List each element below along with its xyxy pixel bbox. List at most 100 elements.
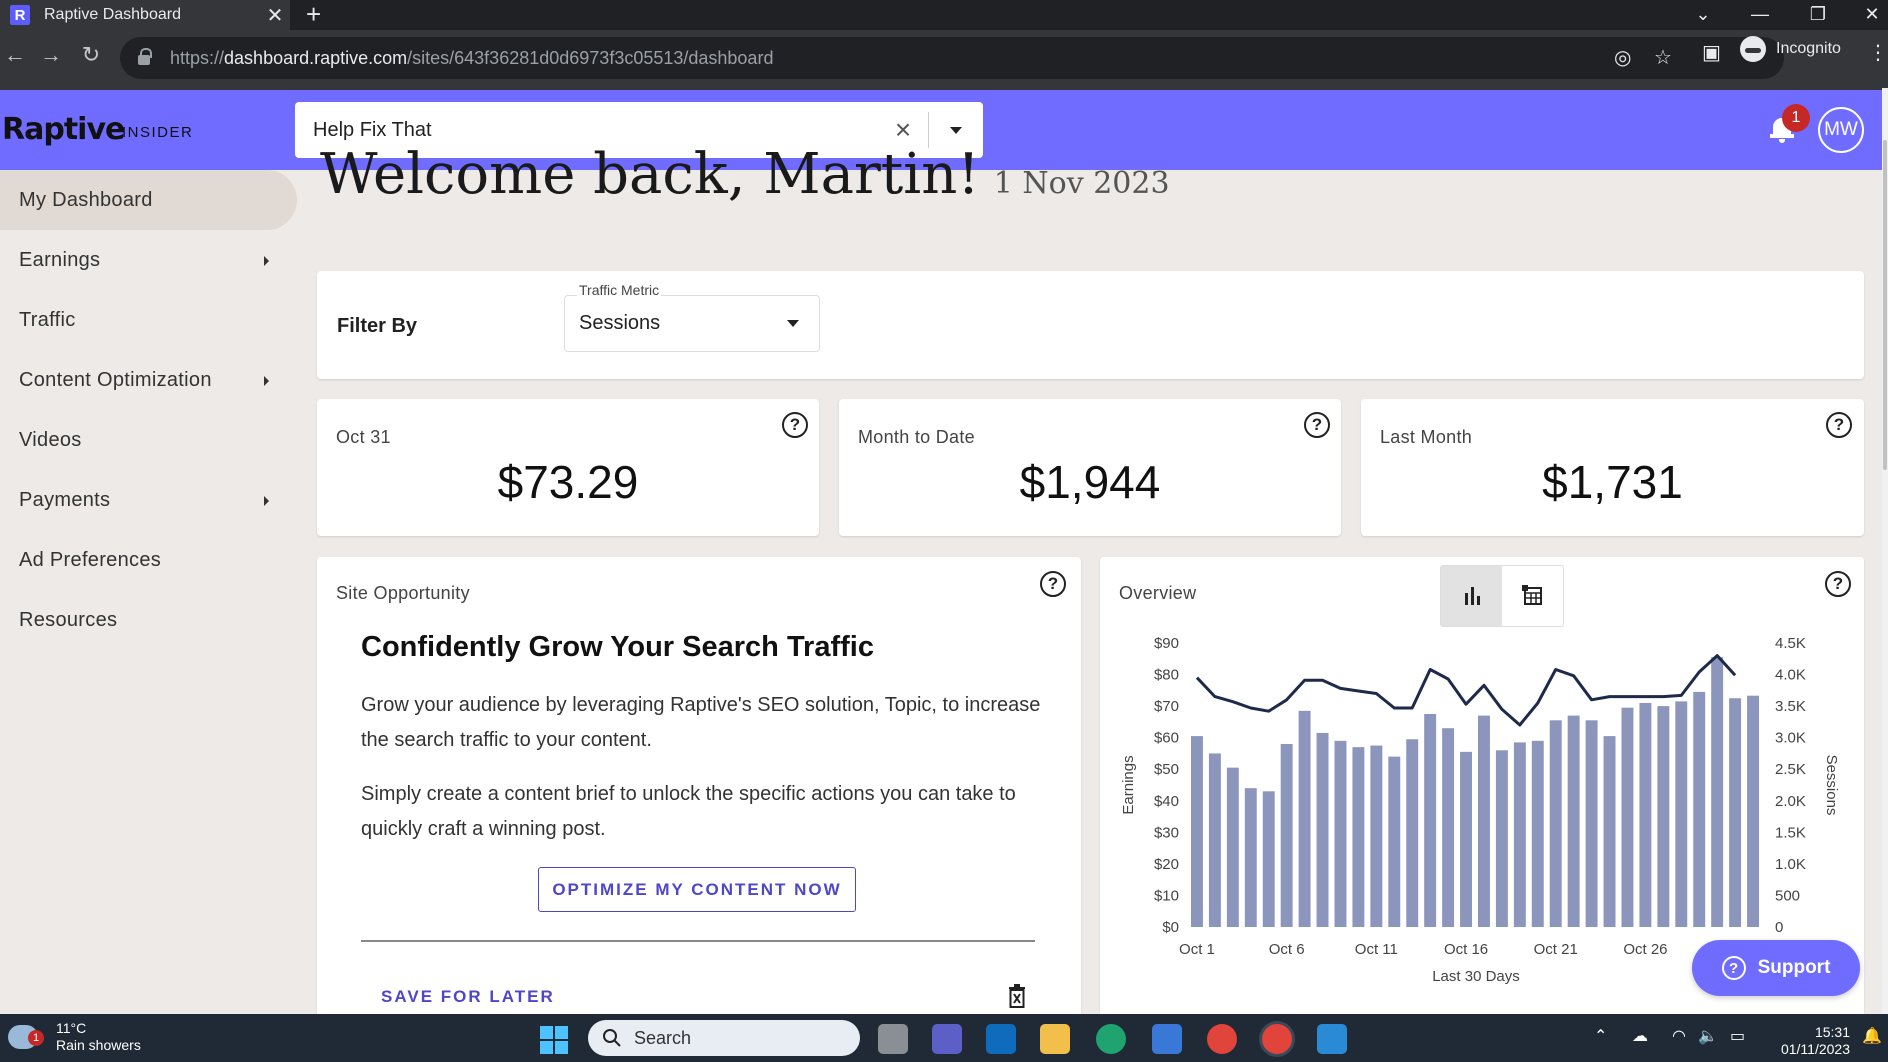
- back-arrow-icon[interactable]: ←: [0, 42, 30, 68]
- help-icon[interactable]: ?: [1826, 412, 1852, 438]
- earnings-bar: [1747, 695, 1759, 927]
- y-tick-label: $20: [1154, 856, 1179, 873]
- y-tick-label: $50: [1154, 761, 1179, 778]
- earnings-bar: [1531, 740, 1544, 927]
- edge-browser-icon[interactable]: [1096, 1024, 1126, 1054]
- avatar[interactable]: MW: [1818, 107, 1864, 153]
- earnings-bar: [1298, 710, 1311, 927]
- tab-search-chevron-icon[interactable]: ⌄: [1683, 0, 1723, 30]
- windows-start-icon[interactable]: [540, 1026, 568, 1054]
- earnings-bar: [1495, 750, 1508, 927]
- help-icon[interactable]: ?: [1304, 412, 1330, 438]
- y-axis-label: Earnings: [1120, 755, 1137, 814]
- restore-window-button[interactable]: ❐: [1798, 0, 1838, 30]
- forward-arrow-icon[interactable]: →: [36, 42, 66, 68]
- traffic-metric-select[interactable]: Traffic Metric Sessions: [564, 282, 820, 352]
- reload-icon[interactable]: ↻: [76, 42, 106, 68]
- earnings-bar: [1191, 736, 1203, 927]
- earnings-bar: [1478, 715, 1490, 927]
- tray-chevron-icon[interactable]: ⌃: [1594, 1026, 1607, 1046]
- support-button[interactable]: ? Support: [1692, 940, 1860, 996]
- tab-close-icon[interactable]: ✕: [260, 3, 290, 28]
- address-bar[interactable]: https://dashboard.raptive.com/sites/643f…: [120, 37, 1784, 79]
- browser-menu-icon[interactable]: ⋮: [1868, 40, 1888, 65]
- x-tick-label: Oct 11: [1355, 941, 1398, 958]
- chrome-icon[interactable]: [1207, 1024, 1237, 1054]
- minimize-window-button[interactable]: —: [1740, 0, 1780, 30]
- stat-card-last-month: Last Month ? $1,731: [1361, 399, 1864, 536]
- insider-label: INSIDER: [122, 124, 194, 141]
- wifi-icon[interactable]: ◠: [1672, 1026, 1686, 1046]
- weather-temp: 11°C: [56, 1020, 87, 1036]
- search-icon: [603, 1029, 621, 1047]
- mail-icon[interactable]: [986, 1024, 1016, 1054]
- notifications-bell-icon[interactable]: 🔔: [1862, 1026, 1882, 1046]
- optimize-content-button[interactable]: OPTIMIZE MY CONTENT NOW: [538, 867, 856, 912]
- sidebar-item-my-dashboard[interactable]: My Dashboard: [0, 170, 297, 230]
- sidebar-item-videos[interactable]: Videos: [0, 410, 300, 470]
- stat-label: Oct 31: [336, 427, 391, 447]
- earnings-bar: [1513, 742, 1526, 927]
- close-window-button[interactable]: ✕: [1852, 0, 1888, 30]
- dropdown-caret-icon[interactable]: [929, 126, 983, 134]
- help-icon[interactable]: ?: [782, 412, 808, 438]
- sessions-line: [1195, 654, 1737, 727]
- earnings-bar: [1424, 714, 1437, 927]
- teams-chat-icon[interactable]: [932, 1024, 962, 1054]
- task-view-icon[interactable]: [878, 1024, 908, 1054]
- stat-card-oct-31: Oct 31 ? $73.29: [317, 399, 819, 536]
- onedrive-cloud-icon[interactable]: ☁: [1632, 1026, 1648, 1046]
- y2-tick-label: 2.0K: [1775, 793, 1806, 810]
- y-tick-label: $40: [1154, 793, 1179, 810]
- scrollbar-thumb[interactable]: [1883, 140, 1887, 470]
- file-explorer-icon[interactable]: [1040, 1024, 1070, 1054]
- sidebar-item-traffic[interactable]: Traffic: [0, 290, 300, 350]
- expand-arrow-icon: [264, 376, 269, 386]
- sidebar-item-payments[interactable]: Payments: [0, 470, 300, 530]
- battery-icon[interactable]: ▭: [1730, 1026, 1745, 1046]
- earnings-bar: [1388, 756, 1401, 927]
- dropdown-caret-icon: [787, 320, 799, 327]
- weather-widget[interactable]: 1 11°C Rain showers: [8, 1020, 141, 1054]
- help-icon: ?: [1721, 956, 1746, 980]
- earnings-bar: [1208, 753, 1221, 927]
- sidebar-item-resources[interactable]: Resources: [0, 590, 300, 650]
- browser-tab[interactable]: R Raptive Dashboard ✕: [0, 0, 290, 30]
- taskbar-search[interactable]: Search: [588, 1020, 860, 1056]
- photos-icon[interactable]: [1317, 1024, 1347, 1054]
- earnings-bar: [1406, 739, 1419, 927]
- traffic-metric-value: Sessions: [579, 312, 661, 334]
- card-title: Site Opportunity: [336, 583, 470, 603]
- sidebar-item-content-optimization[interactable]: Content Optimization: [0, 350, 300, 410]
- clock-time: 15:31: [1814, 1024, 1850, 1040]
- browser-tab-bar: R Raptive Dashboard ✕ + ⌄ — ❐ ✕: [0, 0, 1888, 30]
- welcome-greeting: Welcome back, Martin!: [320, 142, 980, 207]
- sidebar-item-earnings[interactable]: Earnings: [0, 230, 300, 290]
- x-tick-label: Oct 1: [1179, 941, 1215, 958]
- raptive-logo[interactable]: Raptive: [2, 112, 125, 147]
- divider: [361, 940, 1035, 942]
- delete-icon[interactable]: [1007, 984, 1027, 1008]
- side-panel-icon[interactable]: ▣: [1702, 40, 1721, 65]
- save-for-later-button[interactable]: SAVE FOR LATER: [381, 987, 555, 1007]
- opportunity-paragraph: Simply create a content brief to unlock …: [361, 783, 1016, 840]
- earnings-bar: [1334, 740, 1347, 927]
- eye-off-icon[interactable]: ◎: [1614, 45, 1631, 70]
- help-icon[interactable]: ?: [1040, 571, 1066, 597]
- new-tab-button[interactable]: +: [306, 0, 321, 30]
- filter-card: Filter By Traffic Metric Sessions: [317, 271, 1864, 379]
- support-label: Support: [1757, 957, 1831, 978]
- bookmark-star-icon[interactable]: ☆: [1654, 45, 1672, 70]
- incognito-profile[interactable]: Incognito: [1740, 36, 1841, 62]
- earnings-bar: [1280, 743, 1293, 927]
- microsoft-store-icon[interactable]: [1152, 1024, 1182, 1054]
- x-tick-label: Oct 16: [1444, 941, 1488, 958]
- chrome-active-icon[interactable]: [1262, 1024, 1292, 1054]
- system-clock[interactable]: 15:31 01/11/2023: [1770, 1024, 1850, 1058]
- earnings-bar: [1352, 747, 1365, 927]
- sidebar-item-ad-preferences[interactable]: Ad Preferences: [0, 530, 300, 590]
- volume-icon[interactable]: 🔈: [1698, 1026, 1718, 1046]
- earnings-bar: [1567, 715, 1580, 927]
- y-tick-label: $90: [1154, 635, 1179, 652]
- sidebar: My Dashboard Earnings Traffic Content Op…: [0, 170, 300, 650]
